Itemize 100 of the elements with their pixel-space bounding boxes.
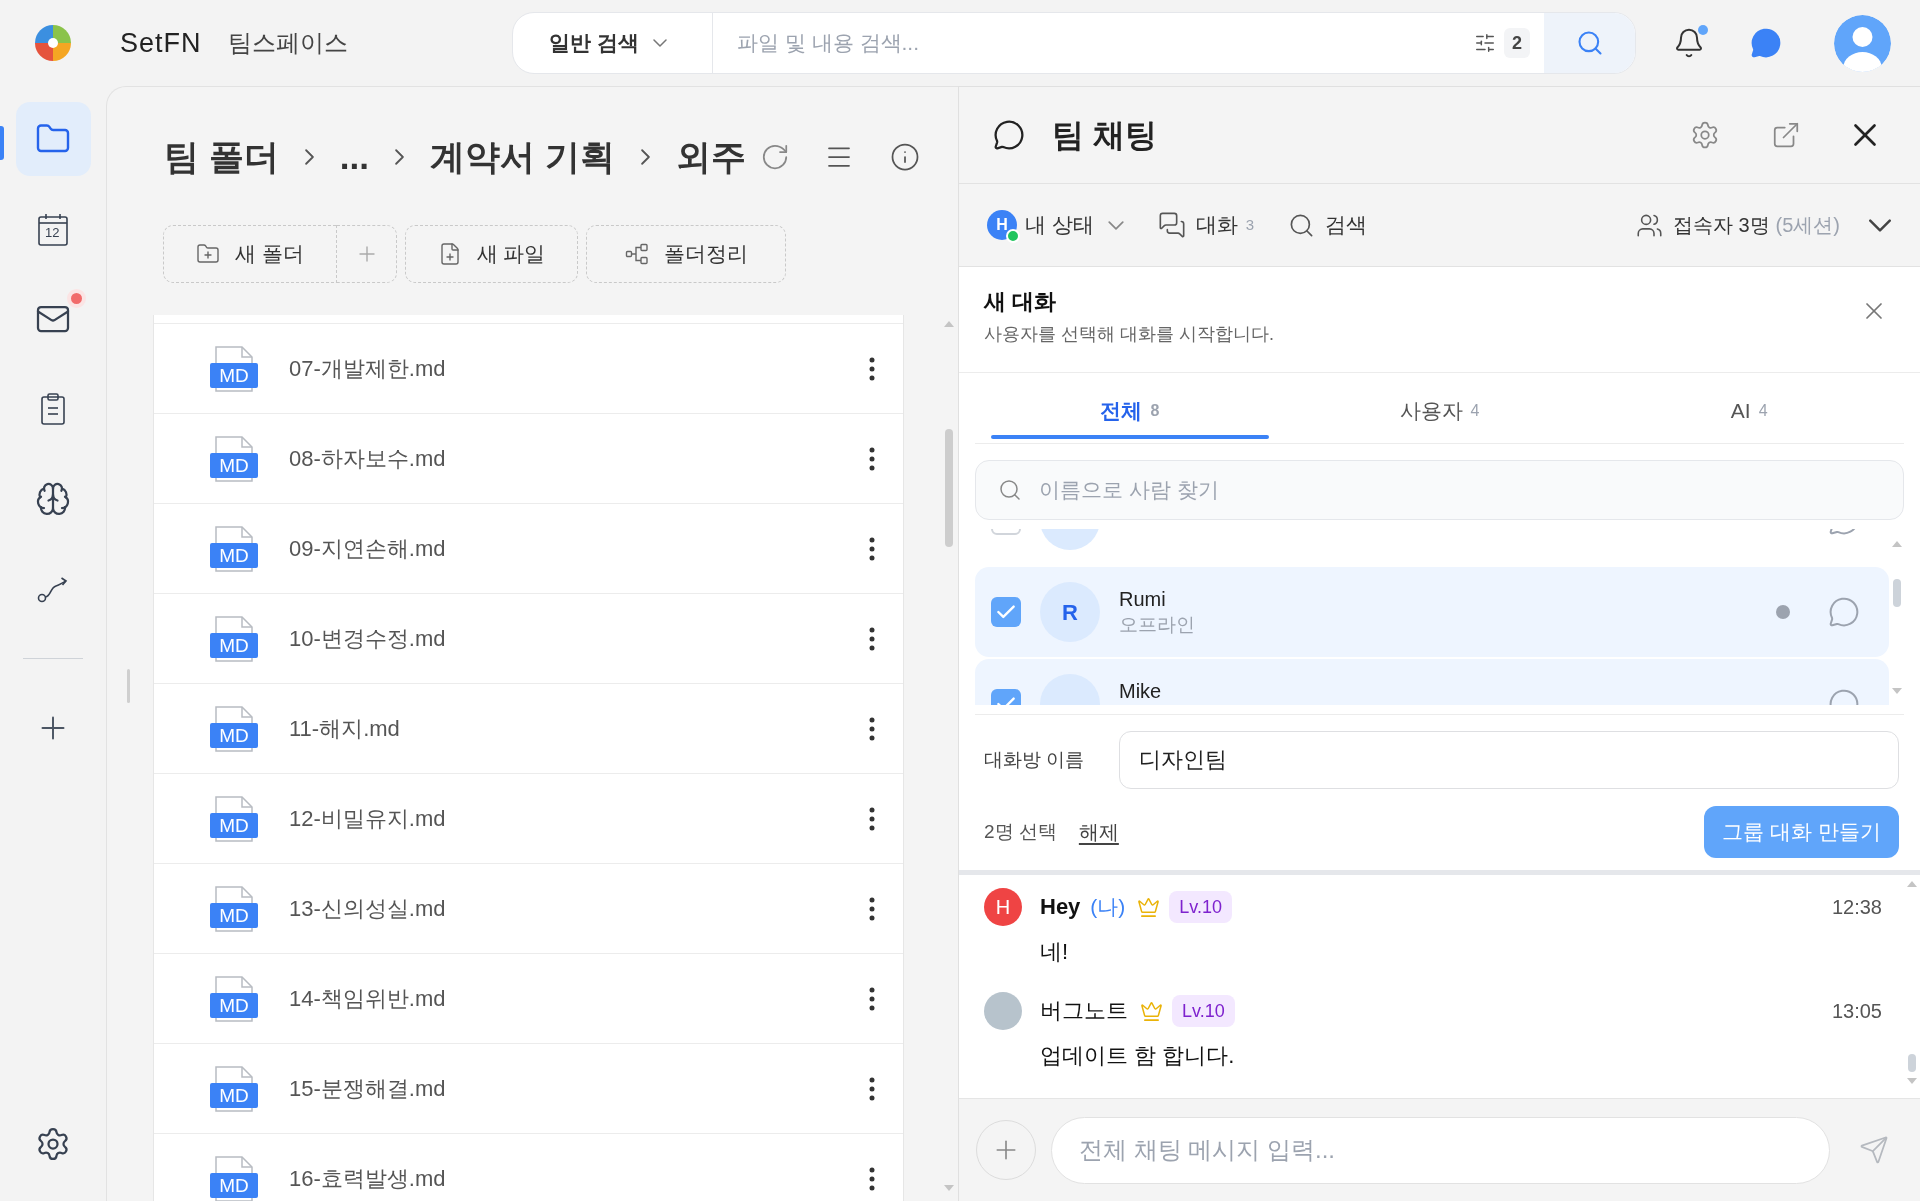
search-button[interactable] (1544, 13, 1635, 73)
scroll-down-arrow-icon (1907, 1078, 1917, 1084)
user-row[interactable]: R Rumi 오프라인 (975, 567, 1889, 657)
filter-tab[interactable]: 전체 8 (975, 373, 1285, 443)
filter-tab[interactable]: 사용자 4 (1284, 373, 1595, 443)
notifications-button[interactable] (1673, 27, 1705, 59)
message-time: 13:05 (1831, 999, 1882, 1024)
search-bar[interactable]: 일반 검색 파일 및 내용 검색... 2 (512, 12, 1636, 74)
info-icon (889, 142, 920, 172)
checkbox[interactable] (991, 597, 1021, 627)
chevron-down-icon (652, 39, 667, 47)
room-name-input[interactable]: 디자인팀 (1119, 731, 1899, 789)
new-folder-button[interactable]: 새 폴더 (163, 225, 337, 283)
level-badge: Lv.10 (1169, 891, 1233, 923)
user-name: Mike (1119, 679, 1162, 704)
user-name: Rumi (1119, 587, 1167, 612)
user-status: 오프라인 (1119, 613, 1195, 637)
kebab-menu-icon (869, 986, 875, 1011)
external-link-icon (1771, 120, 1801, 150)
kebab-menu-icon (869, 1076, 875, 1101)
file-type-label: MD (210, 632, 258, 658)
search-scope-dropdown[interactable]: 일반 검색 (513, 13, 713, 73)
scroll-up-arrow-icon (1907, 881, 1917, 887)
conversations-tab[interactable]: 대화 3 (1157, 209, 1255, 241)
kebab-menu-icon (869, 626, 875, 651)
people-search-input[interactable]: 이름으로 사람 찾기 (1039, 474, 1903, 506)
scrollbar-thumb[interactable] (945, 429, 953, 547)
file-type-label: MD (210, 542, 258, 568)
kebab-menu-icon (869, 1166, 875, 1191)
brain-icon (35, 481, 71, 517)
message-input[interactable]: 전체 채팅 메시지 입력... (1051, 1116, 1830, 1184)
search-icon (998, 478, 1022, 502)
file-type-label: MD (210, 992, 258, 1018)
scroll-down-arrow-icon (944, 1185, 954, 1191)
profile-button[interactable] (1834, 14, 1891, 72)
kebab-menu-icon (869, 356, 875, 381)
folder-nav-button[interactable] (15, 102, 91, 176)
chevron-right-icon (304, 149, 314, 165)
search-tab[interactable]: 검색 (1288, 209, 1368, 241)
calendar-nav-button[interactable]: 12 (15, 192, 91, 266)
send-icon (1859, 1135, 1889, 1165)
scrollbar-thumb[interactable] (1908, 1054, 1916, 1072)
organize-button[interactable]: 폴더정리 (586, 225, 786, 283)
info-button[interactable] (889, 142, 920, 172)
breadcrumb-link[interactable]: 팀 폴더 (164, 134, 279, 180)
file-type-label: MD (210, 902, 258, 928)
kebab-menu-icon (869, 806, 875, 831)
online-users-dropdown[interactable]: 접속자 3명 (5세션) (1635, 210, 1892, 240)
people-search-field[interactable]: 이름으로 사람 찾기 (975, 460, 1904, 520)
file-name: 11-해지.md (289, 714, 400, 743)
kebab-menu-icon (869, 446, 875, 471)
selection-count: 2명 선택 (984, 819, 1057, 844)
breadcrumb-link[interactable]: ... (339, 134, 369, 180)
file-name: 14-책임위반.md (289, 984, 446, 1013)
chevron-right-icon (394, 149, 404, 165)
level-badge: Lv.10 (1172, 995, 1235, 1027)
user-avatar: H (984, 888, 1022, 926)
scroll-up-arrow-icon (1891, 541, 1902, 547)
file-name: 15-분쟁해결.md (289, 1074, 446, 1103)
workspace-name: 팀스페이스 (227, 28, 348, 58)
speech-bubble-icon (1828, 596, 1860, 628)
check-icon (997, 605, 1015, 619)
file-name: 08-하자보수.md (289, 444, 446, 473)
field-label: 대화방 이름 (984, 747, 1086, 772)
file-name: 16-효력발생.md (289, 1164, 446, 1193)
filter-button[interactable]: 2 (1474, 28, 1530, 58)
chevron-right-icon (640, 149, 650, 165)
filter-tab[interactable]: AI 4 (1594, 373, 1904, 443)
file-type-label: MD (210, 722, 258, 748)
chat-bubbles-icon (1157, 211, 1186, 239)
self-tag: (나) (1090, 892, 1126, 922)
kebab-menu-icon (869, 536, 875, 561)
calendar-date: 12 (45, 225, 60, 241)
user-row[interactable]: Mike (975, 659, 1889, 705)
my-status-dropdown[interactable]: H 내 상태 (987, 209, 1124, 241)
file-type-label: MD (210, 362, 258, 388)
chat-settings-button[interactable] (1690, 120, 1720, 150)
dialog-subtitle: 사용자를 선택해 대화를 시작합니다. (984, 323, 1274, 346)
author-name: 버그노트 (1040, 997, 1128, 1025)
resize-handle[interactable] (127, 669, 130, 703)
my-avatar: H (987, 210, 1017, 240)
message-user-button[interactable] (1828, 596, 1860, 628)
scrollbar-thumb[interactable] (1892, 579, 1901, 607)
chat-button[interactable] (1750, 27, 1782, 59)
file-name: 12-비밀유지.md (289, 804, 446, 833)
speech-bubble-icon (993, 119, 1025, 151)
new-file-button[interactable]: 새 파일 (405, 225, 578, 283)
breadcrumb-link[interactable]: 외주 (675, 134, 746, 180)
file-name: 10-변경수정.md (289, 624, 446, 653)
message-text: 네! (1040, 938, 1070, 966)
send-button[interactable] (1859, 1135, 1889, 1165)
brand-name: SetFN (120, 27, 202, 60)
clear-selection-link[interactable]: 해제 (1078, 817, 1119, 847)
file-name: 13-신의성실.md (289, 894, 446, 923)
search-input[interactable]: 파일 및 내용 검색... (713, 13, 1474, 73)
settings-icon (35, 1126, 71, 1162)
breadcrumb-link[interactable]: 계약서 기획 (429, 134, 615, 180)
scroll-down-arrow-icon (1891, 688, 1902, 694)
pop-out-button[interactable] (1771, 120, 1801, 150)
kebab-menu-icon (869, 896, 875, 921)
